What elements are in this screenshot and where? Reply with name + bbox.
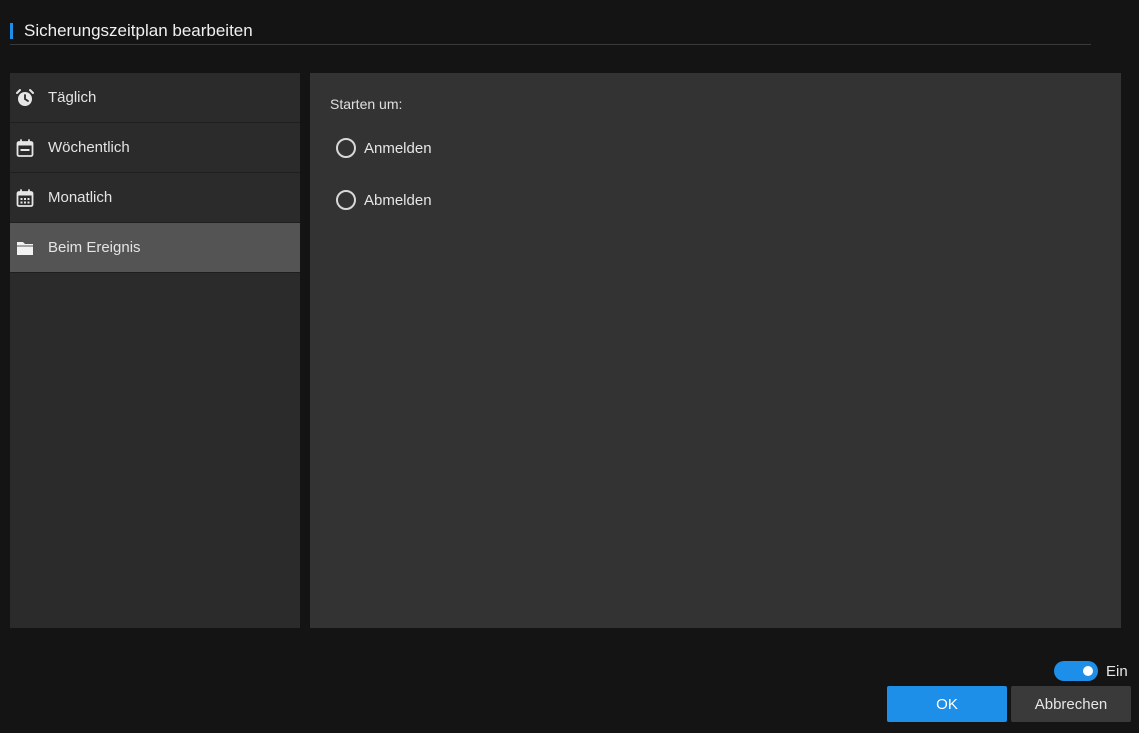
start-trigger-label: Starten um: xyxy=(330,96,403,112)
sidebar-item-label: Monatlich xyxy=(48,189,113,206)
dialog-header: Sicherungszeitplan bearbeiten xyxy=(10,20,1091,45)
calendar-week-icon xyxy=(14,137,36,159)
ok-button[interactable]: OK xyxy=(887,686,1007,722)
sidebar-item-daily[interactable]: Täglich xyxy=(10,73,300,123)
sidebar-item-monthly[interactable]: Monatlich xyxy=(10,173,300,223)
cancel-button[interactable]: Abbrechen xyxy=(1011,686,1131,722)
schedule-type-sidebar: Täglich Wöchentlich Monatlich Beim Ereig… xyxy=(10,73,300,628)
radio-label: Anmelden xyxy=(364,139,432,157)
radio-option-login[interactable]: Anmelden xyxy=(336,138,432,158)
sidebar-item-label: Wöchentlich xyxy=(48,139,130,156)
radio-label: Abmelden xyxy=(364,191,432,209)
calendar-month-icon xyxy=(14,187,36,209)
enable-toggle[interactable] xyxy=(1054,661,1098,681)
folder-icon xyxy=(14,237,36,259)
alarm-clock-icon xyxy=(14,87,36,109)
sidebar-item-weekly[interactable]: Wöchentlich xyxy=(10,123,300,173)
sidebar-item-label: Täglich xyxy=(48,89,97,106)
schedule-enable-toggle-group: Ein xyxy=(1054,661,1128,681)
radio-option-logout[interactable]: Abmelden xyxy=(336,190,432,210)
radio-button[interactable] xyxy=(336,190,356,210)
toggle-label: Ein xyxy=(1106,662,1128,680)
event-settings-panel: Starten um: Anmelden Abmelden xyxy=(310,73,1121,628)
radio-button[interactable] xyxy=(336,138,356,158)
sidebar-item-on-event[interactable]: Beim Ereignis xyxy=(10,223,300,273)
sidebar-item-label: Beim Ereignis xyxy=(48,239,141,256)
dialog-title: Sicherungszeitplan bearbeiten xyxy=(24,21,253,40)
toggle-knob xyxy=(1083,666,1093,676)
title-accent-bar xyxy=(10,23,13,39)
